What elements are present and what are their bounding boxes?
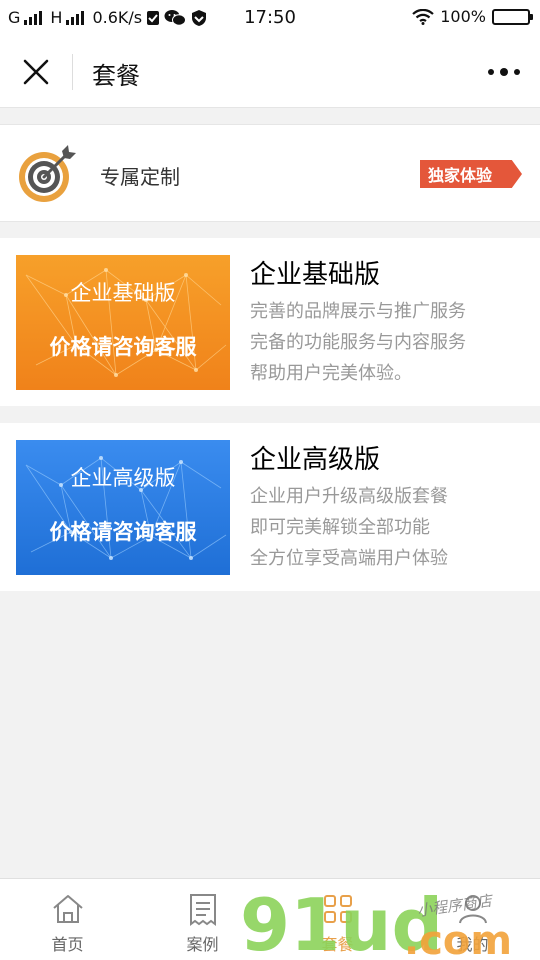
package-banner: 企业基础版 价格请咨询客服 (16, 255, 230, 390)
package-title: 企业基础版 (250, 260, 381, 290)
close-icon[interactable] (22, 58, 50, 86)
tab-label: 首页 (51, 935, 84, 954)
banner-price: 价格请咨询客服 (49, 520, 197, 544)
package-card-advanced[interactable]: 企业高级版 价格请咨询客服 企业高级版 企业用户升级高级版套餐 即可完美解锁全部… (0, 423, 540, 591)
package-title: 企业高级版 (250, 445, 381, 475)
package-desc-line: 企业用户升级高级版套餐 (250, 486, 448, 507)
home-icon (52, 895, 83, 923)
package-description: 企业用户升级高级版套餐 即可完美解锁全部功能 全方位享受高端用户体验 (250, 481, 448, 574)
battery-text: 100% (440, 7, 486, 26)
user-icon (458, 895, 487, 924)
page-title: 套餐 (92, 62, 140, 90)
tab-bar: 首页 案例 套餐 我的 (0, 878, 540, 960)
package-description: 完善的品牌展示与推广服务 完备的功能服务与内容服务 帮助用户完美体验。 (250, 296, 466, 389)
tab-label: 案例 (186, 935, 219, 954)
target-icon (19, 145, 76, 202)
tab-label: 我的 (456, 935, 489, 954)
battery-icon (492, 8, 533, 25)
status-bar: G H 0.6K/s 17:50 100% (0, 0, 540, 36)
package-desc-line: 即可完美解锁全部功能 (250, 517, 430, 538)
banner-title: 企业基础版 (70, 281, 176, 305)
package-banner: 企业高级版 价格请咨询客服 (16, 440, 230, 575)
tab-mine[interactable]: 我的 (405, 879, 540, 960)
banner-price: 价格请咨询客服 (49, 335, 197, 359)
custom-plan-label: 专属定制 (100, 165, 180, 189)
package-desc-line: 完备的功能服务与内容服务 (250, 332, 466, 353)
tab-home[interactable]: 首页 (0, 879, 135, 960)
package-card-basic[interactable]: 企业基础版 价格请咨询客服 企业基础版 完善的品牌展示与推广服务 完备的功能服务… (0, 238, 540, 406)
package-desc-line: 帮助用户完美体验。 (250, 363, 412, 384)
receipt-icon (189, 894, 216, 926)
package-desc-line: 完善的品牌展示与推广服务 (250, 301, 466, 322)
more-dots-icon[interactable] (488, 64, 520, 80)
nav-bar: 套餐 (0, 36, 540, 108)
package-desc-line: 全方位享受高端用户体验 (250, 548, 448, 569)
tab-packages[interactable]: 套餐 (270, 879, 405, 960)
exclusive-badge: 独家体验 (420, 160, 522, 188)
nav-divider (72, 54, 73, 90)
banner-title: 企业高级版 (70, 466, 176, 490)
grid-icon (323, 895, 352, 923)
tab-cases[interactable]: 案例 (135, 879, 270, 960)
wifi-icon (412, 8, 434, 25)
tab-label: 套餐 (321, 935, 354, 954)
custom-plan-row[interactable]: 专属定制 独家体验 (0, 124, 540, 222)
status-right: 100% (412, 7, 533, 26)
